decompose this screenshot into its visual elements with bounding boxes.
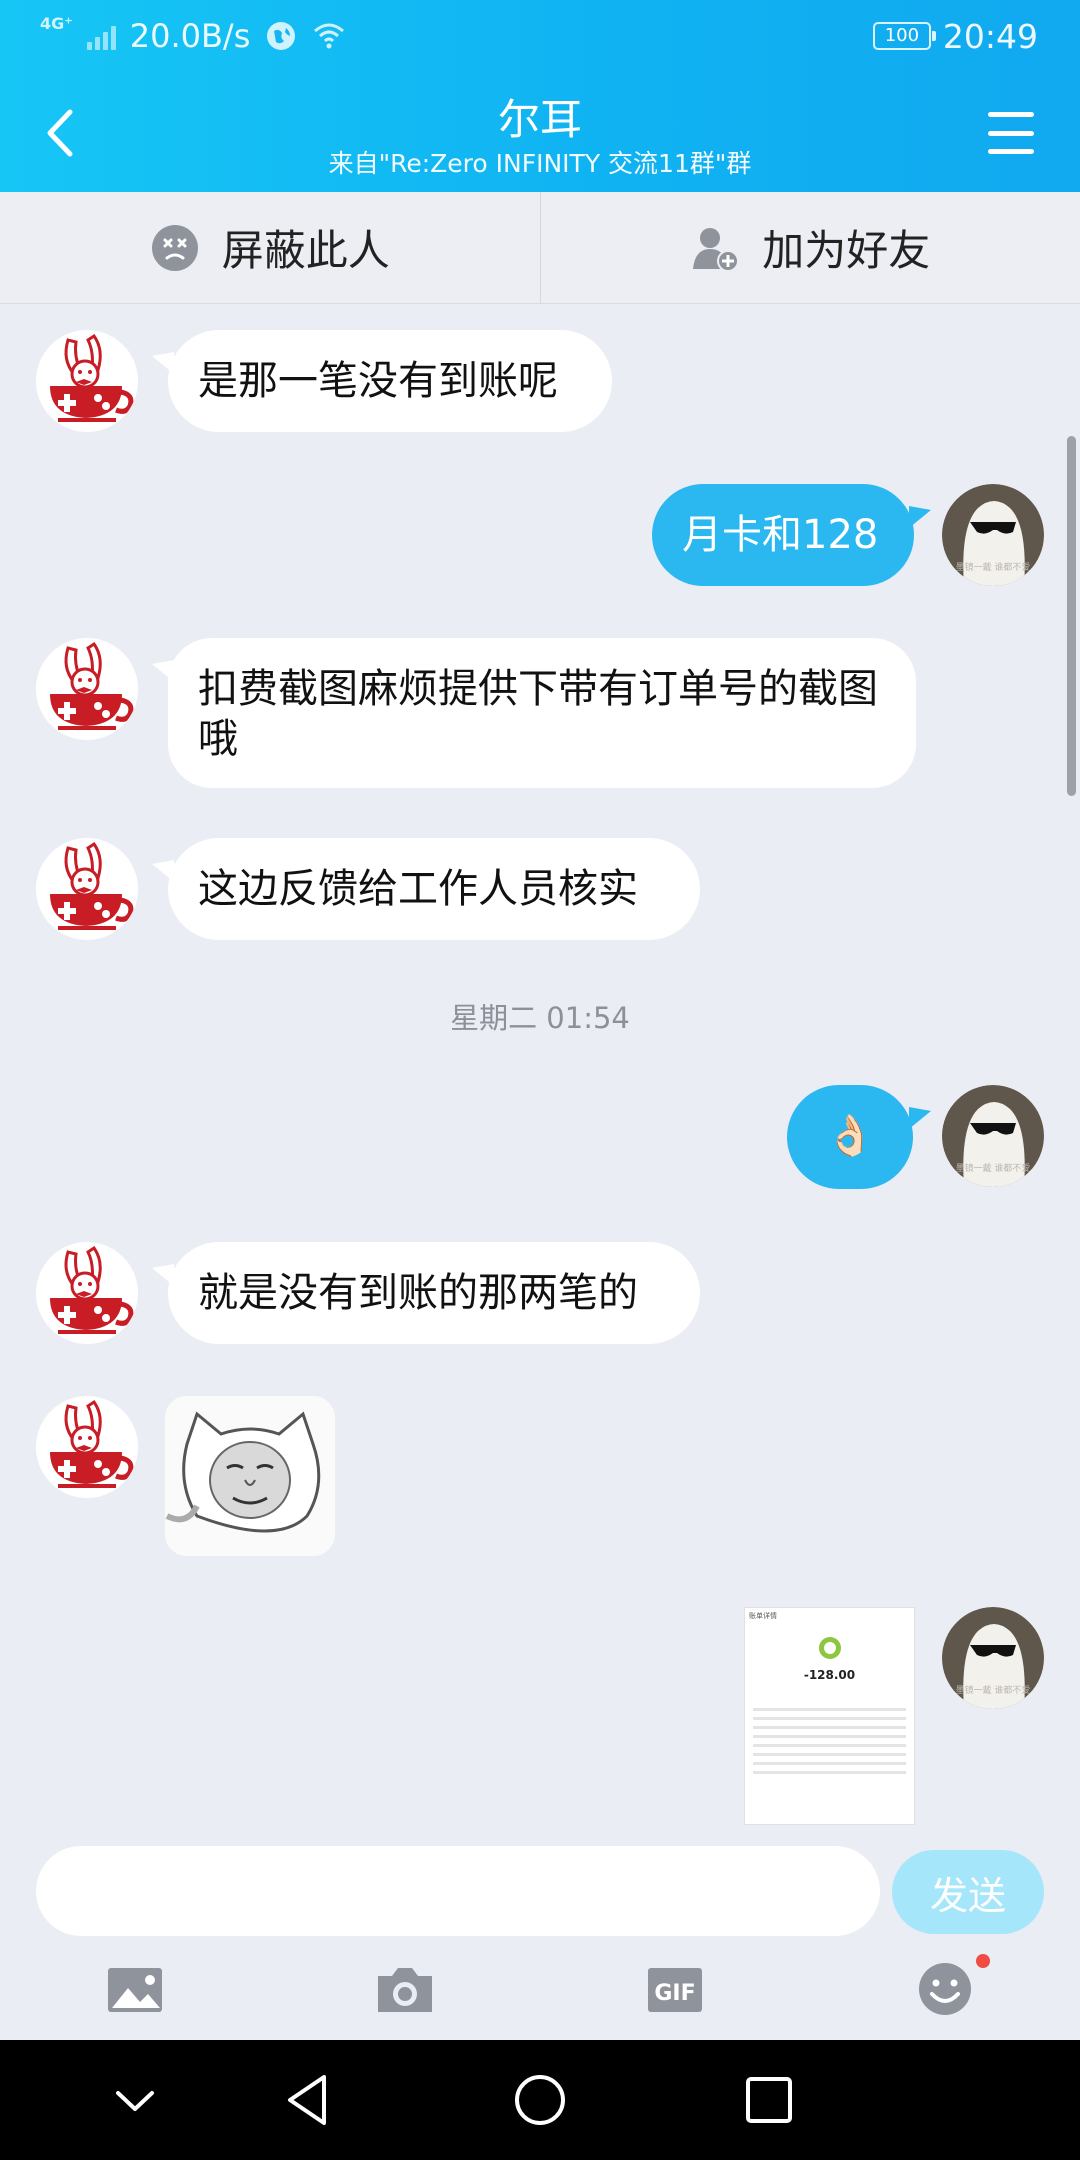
clock: 20:49 xyxy=(942,16,1038,56)
page-subtitle: 来自"Re:Zero INFINITY 交流11群"群 xyxy=(328,149,752,178)
add-friend-label: 加为好友 xyxy=(762,226,931,275)
battery-icon: 100 xyxy=(872,22,936,50)
back-triangle-icon[interactable] xyxy=(274,2065,344,2135)
bubble-tail xyxy=(909,1107,931,1129)
emoji-icon[interactable] xyxy=(910,1954,980,2024)
notification-dot xyxy=(976,1954,990,1968)
sender-avatar[interactable] xyxy=(36,1242,138,1344)
add-friend-icon xyxy=(693,227,740,272)
system-nav-bar xyxy=(0,2040,1080,2160)
chevron-down-icon[interactable] xyxy=(100,2065,170,2135)
message-input[interactable] xyxy=(36,1846,880,1936)
message-bubble[interactable]: 就是没有到账的那两笔的 xyxy=(168,1242,700,1344)
camera-icon[interactable] xyxy=(370,1954,440,2024)
signal-icon xyxy=(86,22,116,50)
status-right: 100 20:49 xyxy=(872,14,1038,58)
meme-face-icon xyxy=(165,1396,335,1556)
chat-header: 4G⁺ 20.0B/s 100 20:49 尔耳 来自"Re:Zero INFI… xyxy=(0,0,1080,192)
screenshot-header: 账单详情 xyxy=(749,1612,777,1620)
toolbar: GIF xyxy=(0,1954,1080,2038)
network-speed: 20.0B/s xyxy=(129,17,251,55)
block-user-button[interactable]: 屏蔽此人 xyxy=(0,192,541,303)
sender-avatar[interactable] xyxy=(36,838,138,940)
recents-square-icon[interactable] xyxy=(734,2065,804,2135)
sender-avatar[interactable] xyxy=(36,1396,138,1498)
input-area: 发送 GIF xyxy=(0,1836,1080,2040)
scrollbar[interactable] xyxy=(1067,436,1076,796)
svg-text:GIF: GIF xyxy=(654,1981,695,2006)
screenshot-amount: -128.00 xyxy=(803,1668,856,1682)
wifi-icon xyxy=(314,23,345,49)
status-bar: 4G⁺ 20.0B/s 100 20:49 xyxy=(0,0,1080,72)
action-bar: 屏蔽此人 加为好友 xyxy=(0,192,1080,304)
back-chevron-icon[interactable] xyxy=(36,104,84,162)
gif-icon[interactable]: GIF xyxy=(640,1954,710,2024)
message-bubble[interactable]: 👌🏻 xyxy=(787,1085,913,1189)
title-block: 尔耳 来自"Re:Zero INFINITY 交流11群"群 xyxy=(200,92,880,180)
payment-screenshot[interactable]: 账单详情 -128.00 xyxy=(744,1607,915,1825)
block-face-icon xyxy=(151,224,198,271)
self-avatar[interactable] xyxy=(942,1607,1044,1709)
globe-icon xyxy=(267,22,296,50)
sender-avatar[interactable] xyxy=(36,330,138,432)
app-logo-icon xyxy=(819,1637,841,1659)
chat-timestamp: 星期二 01:54 xyxy=(450,1001,630,1035)
network-type: 4G⁺ xyxy=(40,14,73,33)
message-bubble[interactable]: 这边反馈给工作人员核实 xyxy=(168,838,700,940)
message-bubble[interactable]: 是那一笔没有到账呢 xyxy=(168,330,612,432)
status-left: 4G⁺ 20.0B/s xyxy=(40,14,346,58)
message-bubble[interactable]: 月卡和128 xyxy=(652,484,914,586)
self-avatar[interactable] xyxy=(942,484,1044,586)
page-title: 尔耳 xyxy=(497,95,582,144)
block-user-label: 屏蔽此人 xyxy=(221,226,390,275)
message-bubble[interactable]: 扣费截图麻烦提供下带有订单号的截图哦 xyxy=(168,638,916,788)
sender-avatar[interactable] xyxy=(36,638,138,740)
sticker-image[interactable] xyxy=(165,1396,335,1556)
add-friend-button[interactable]: 加为好友 xyxy=(541,192,1080,303)
image-icon[interactable] xyxy=(100,1954,170,2024)
send-button[interactable]: 发送 xyxy=(892,1850,1044,1934)
self-avatar[interactable] xyxy=(942,1085,1044,1187)
menu-icon[interactable] xyxy=(988,112,1034,154)
home-circle-icon[interactable] xyxy=(505,2065,575,2135)
